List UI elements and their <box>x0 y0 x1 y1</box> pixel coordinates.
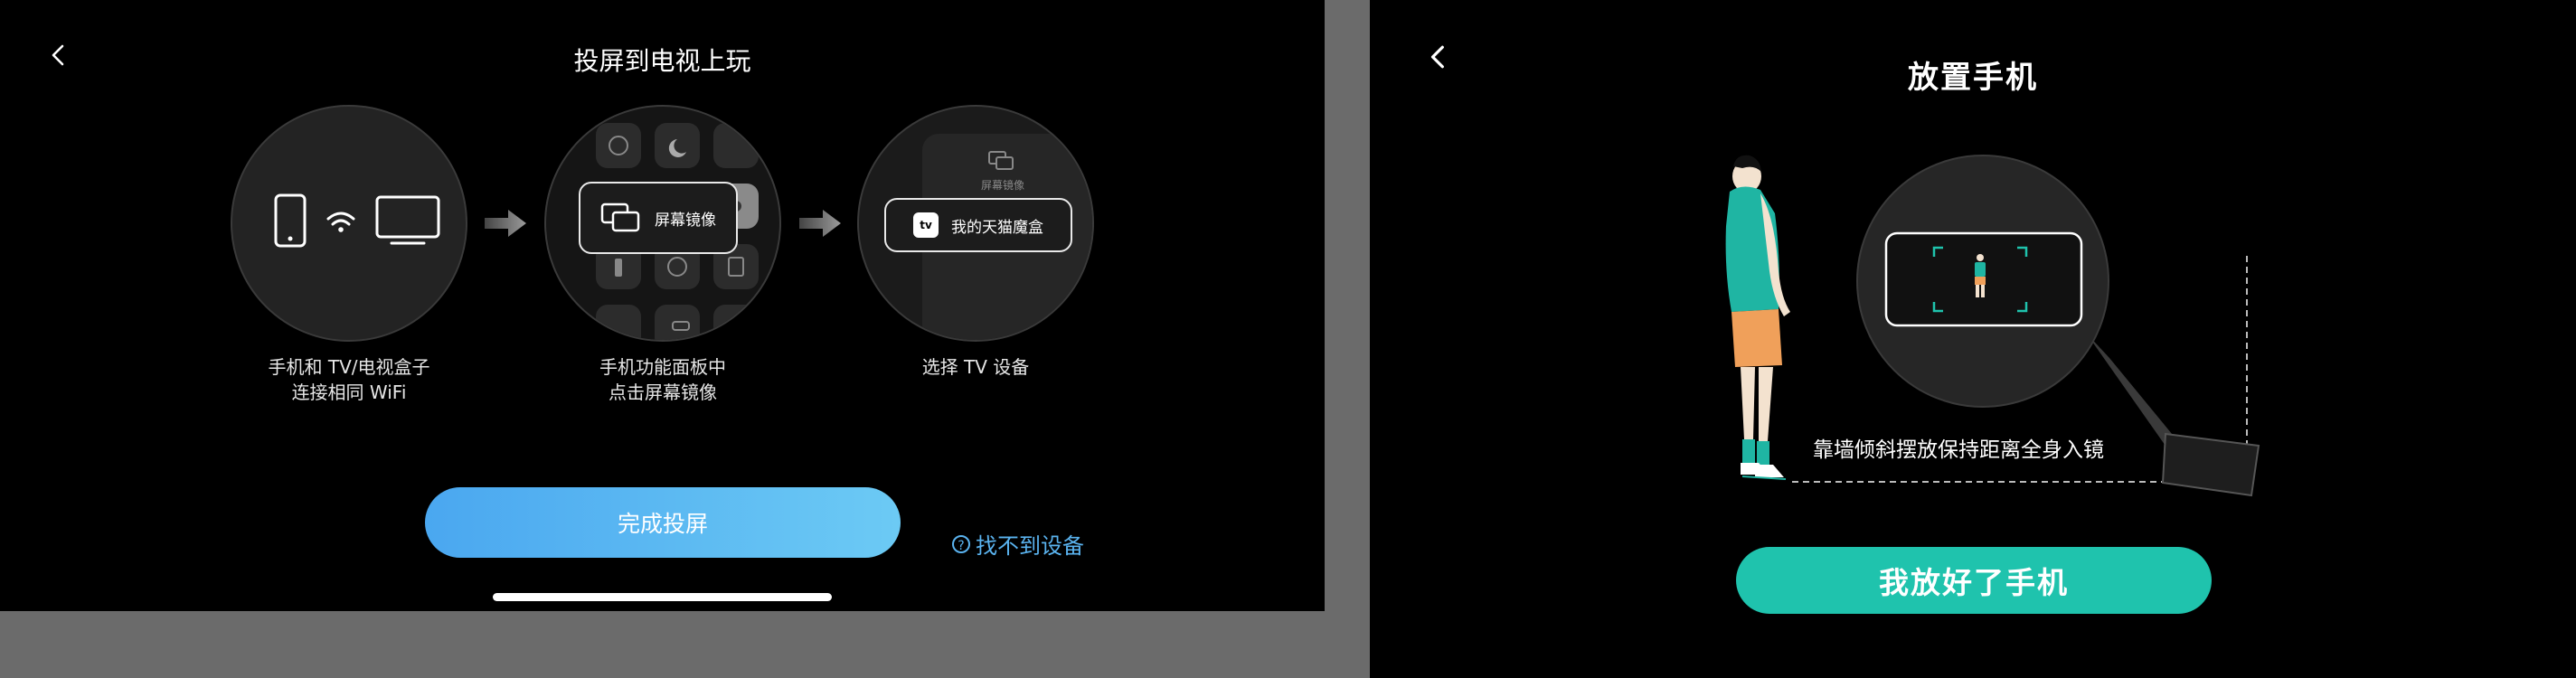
cast-guide-screen: 投屏到电视上玩 手机和 TV/电视盒子 连接相同 WiFi 屏幕镜像 手机功能面… <box>0 0 1325 611</box>
step-3-header-label: 屏幕镜像 <box>980 179 1024 192</box>
page-title: 投屏到电视上玩 <box>573 46 751 76</box>
wifi-icon <box>326 212 355 232</box>
tv-icon <box>375 195 440 245</box>
arrow-right-icon <box>485 210 526 237</box>
step-2-illustration: 屏幕镜像 <box>544 105 781 342</box>
step-3-illustration: 屏幕镜像 tv 我的天猫魔盒 <box>857 105 1094 342</box>
apple-tv-icon: tv <box>913 212 939 238</box>
step-1-caption: 手机和 TV/电视盒子 连接相同 WiFi <box>268 356 430 403</box>
device-option[interactable]: tv 我的天猫魔盒 <box>884 198 1072 252</box>
home-indicator <box>493 593 832 601</box>
done-cast-button[interactable]: 完成投屏 <box>425 487 901 558</box>
question-icon: ? <box>952 534 970 553</box>
arrow-right-icon <box>799 210 841 237</box>
screen-mirror-icon <box>600 202 640 232</box>
screen-mirror-label: 屏幕镜像 <box>655 211 716 230</box>
screen-mirror-icon <box>988 151 1014 170</box>
placement-hint: 靠墙倾斜摆放保持距离全身入镜 <box>1813 438 2104 462</box>
place-phone-screen: 放置手机 靠墙倾斜摆放保持距离全身入镜 我放好了手机 <box>1370 0 2576 678</box>
device-name: 我的天猫魔盒 <box>951 218 1043 237</box>
person-figure <box>1725 155 1790 480</box>
step-3-caption: 选择 TV 设备 <box>921 356 1030 378</box>
phone-icon <box>274 193 307 248</box>
step-1-illustration <box>231 105 467 342</box>
phone-placed-button[interactable]: 我放好了手机 <box>1736 547 2212 614</box>
step-2-caption: 手机功能面板中 点击屏幕镜像 <box>599 356 726 403</box>
cannot-find-device-link[interactable]: ? 找不到设备 <box>952 528 1084 560</box>
screen-mirror-option[interactable]: 屏幕镜像 <box>579 182 738 254</box>
